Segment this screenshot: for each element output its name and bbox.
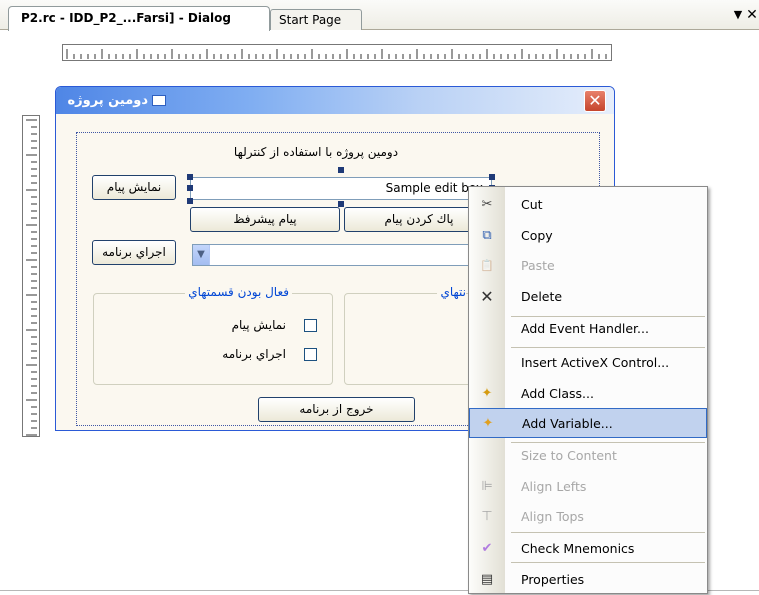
menu-separator [511,562,705,563]
selection-handle[interactable] [187,174,193,180]
group-box-caption: فعال بودن قسمتهاي [92,285,292,301]
app-combo-box[interactable]: ▼ [192,244,496,266]
tab-close-icon[interactable]: ✕ [745,6,759,24]
show-message-button[interactable]: نمایش پیام [92,175,176,200]
delete-x-icon: ✕ [480,287,494,306]
menu-item-label: Delete [521,289,563,304]
exit-button[interactable]: خروج از برنامه [258,397,415,422]
menu-item-size-to-content[interactable]: Size to Content [469,441,707,471]
group-box-enable-sections [93,293,333,385]
menu-item-label: Insert ActiveX Control... [521,355,670,370]
vertical-ruler-ticks [26,119,37,436]
menu-item-label: Add Variable... [522,416,613,431]
group-box-caption: نتهاي [428,285,466,301]
dialog-title-bar: دومین پروژه ✕ [56,87,614,114]
properties-icon: ▤ [480,572,494,587]
selection-handle[interactable] [338,167,344,173]
document-tab-strip: P2.rc - IDD_P2_...Farsi] - Dialog Start … [0,0,759,31]
checkbox-label-run-app[interactable]: اجراي برنامه [176,347,286,363]
selection-handle[interactable] [187,198,193,204]
vertical-ruler[interactable] [22,115,40,437]
dialog-close-button[interactable]: ✕ [584,90,606,112]
selection-handle[interactable] [489,174,495,180]
heading-label[interactable]: دومین پروژه با استفاده از کنترلها [136,145,496,161]
menu-item-label: Add Class... [521,386,594,401]
menu-item-align-tops[interactable]: ⊤ Align Tops [469,502,707,532]
check-mnemonics-icon: ✔ [481,541,493,556]
menu-item-label: Check Mnemonics [521,541,635,556]
align-tops-icon: ⊤ [481,509,493,524]
align-lefts-icon: ⊫ [481,479,493,494]
menu-item-delete[interactable]: ✕ Delete [469,282,707,312]
checkbox-run-app[interactable] [304,348,317,361]
advanced-message-button[interactable]: پیام پیشرفظ [190,207,340,232]
run-app-button[interactable]: اجراي برنامه [92,240,176,265]
menu-item-label: Copy [521,228,553,243]
menu-item-label: Paste [521,258,555,273]
checkbox-show-message[interactable] [304,319,317,332]
menu-item-label: Align Tops [521,509,584,524]
menu-item-properties[interactable]: ▤ Properties [469,565,707,595]
horizontal-ruler-ticks [66,49,607,59]
scissors-icon: ✂ [481,197,493,212]
menu-item-cut[interactable]: ✂ Cut [469,190,707,220]
menu-item-label: Add Event Handler... [521,321,649,336]
dialog-title: دومین پروژه [67,93,148,108]
menu-item-add-class[interactable]: ✦ Add Class... [469,379,707,409]
menu-item-label: Size to Content [521,448,617,463]
tab-dialog-editor[interactable]: P2.rc - IDD_P2_...Farsi] - Dialog [8,6,270,31]
group-box-other [344,293,474,385]
menu-item-add-variable[interactable]: ✦ Add Variable... [469,408,707,438]
menu-item-check-mnemonics[interactable]: ✔ Check Mnemonics [469,534,707,564]
menu-item-copy[interactable]: ⧉ Copy [469,221,707,251]
selection-handle[interactable] [338,201,344,207]
menu-item-label: Properties [521,572,585,587]
horizontal-ruler[interactable] [62,44,612,61]
tab-start-page[interactable]: Start Page [270,9,362,30]
menu-item-insert-activex[interactable]: Insert ActiveX Control... [469,348,707,378]
paste-icon: 📋 [480,259,494,272]
group-other-caption-text: نتهاي [437,285,466,299]
checkbox-label-show-message[interactable]: نمایش پیام [176,318,286,334]
window-icon [152,95,166,106]
menu-item-label: Cut [521,197,543,212]
selection-handle[interactable] [187,185,193,191]
menu-item-paste[interactable]: 📋 Paste [469,251,707,281]
menu-separator [511,532,705,533]
add-variable-wand-icon: ✦ [482,416,494,431]
tab-dropdown-icon[interactable]: ▼ [732,6,744,24]
context-menu[interactable]: ✂ Cut ⧉ Copy 📋 Paste ✕ Delete Add Event … [468,186,708,594]
menu-item-add-event-handler[interactable]: Add Event Handler... [469,314,707,344]
menu-item-label: Align Lefts [521,479,587,494]
chevron-down-icon[interactable]: ▼ [193,245,210,265]
sample-edit-box[interactable]: Sample edit box [190,177,492,200]
copy-icon: ⧉ [482,228,492,243]
menu-item-align-lefts[interactable]: ⊫ Align Lefts [469,472,707,502]
group-enable-caption-text: فعال بودن قسمتهاي [185,285,292,299]
add-class-wand-icon: ✦ [481,386,493,401]
